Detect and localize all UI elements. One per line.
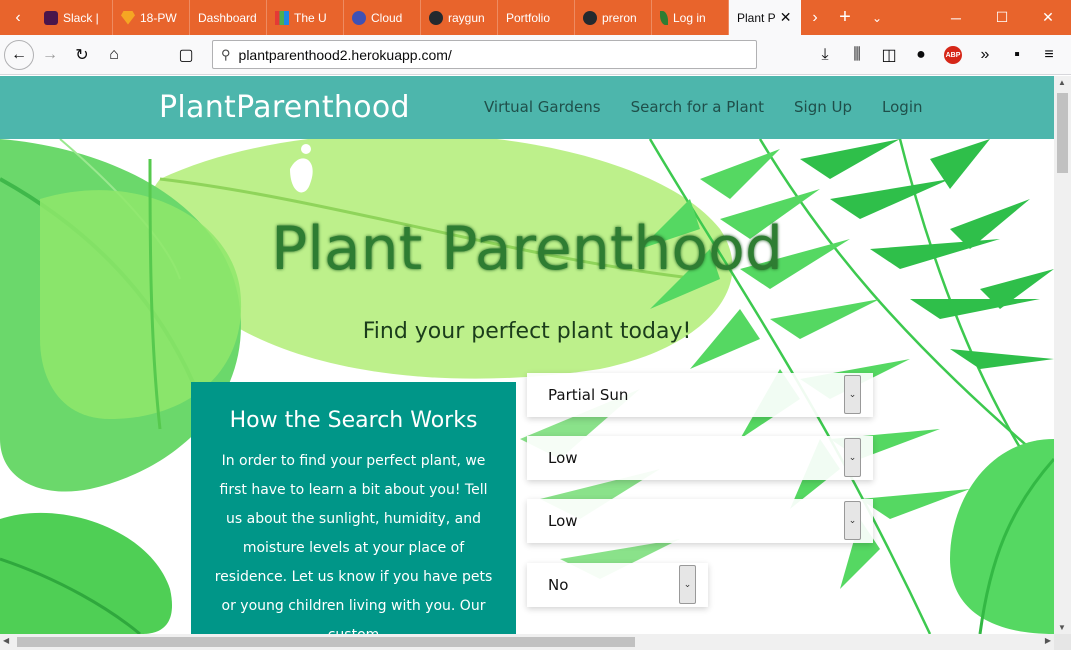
- nav-sign-up[interactable]: Sign Up: [794, 98, 852, 116]
- menu-icon[interactable]: ≡: [1033, 39, 1065, 71]
- tab-label: Log in: [673, 10, 706, 25]
- library-icon[interactable]: ⫼: [841, 39, 873, 71]
- page-viewport: PlantParenthood Virtual Gardens Search f…: [0, 76, 1054, 634]
- tab-preron[interactable]: preron: [575, 0, 652, 35]
- slack-icon: [44, 10, 58, 25]
- sunlight-select[interactable]: Partial Sun ⌄: [527, 373, 873, 417]
- nav-virtual-gardens[interactable]: Virtual Gardens: [484, 98, 601, 116]
- horizontal-scrollbar[interactable]: ◀ ▶: [0, 634, 1054, 650]
- tab-portfolio[interactable]: Portfolio: [498, 0, 575, 35]
- site-brand[interactable]: PlantParenthood: [159, 90, 410, 125]
- moisture-select[interactable]: Low ⌄: [527, 499, 873, 543]
- adblock-icon[interactable]: ABP: [937, 39, 969, 71]
- search-icon: ⚲: [221, 46, 231, 62]
- sidebar-icon[interactable]: ◫: [873, 39, 905, 71]
- site-navbar: PlantParenthood Virtual Gardens Search f…: [0, 76, 1054, 139]
- tab-label: 18-PW: [140, 10, 177, 25]
- tab-label: The U: [294, 10, 327, 25]
- close-tab-icon[interactable]: ✕: [780, 9, 792, 26]
- scroll-right-icon[interactable]: ▶: [1045, 636, 1051, 645]
- chevron-down-icon[interactable]: ⌄: [679, 565, 696, 604]
- url-bar[interactable]: ⚲ plantparenthood2.herokuapp.com/: [212, 40, 757, 69]
- tab-label: Slack |: [63, 10, 99, 25]
- pets-value: No: [548, 576, 569, 594]
- info-body: In order to find your perfect plant, we …: [214, 453, 493, 634]
- scroll-tabs-left-icon[interactable]: ‹: [0, 0, 36, 35]
- chevron-down-icon[interactable]: ⌄: [844, 375, 861, 414]
- maximize-icon[interactable]: ☐: [979, 0, 1025, 35]
- scroll-left-icon[interactable]: ◀: [3, 636, 9, 645]
- humidity-select[interactable]: Low ⌄: [527, 436, 873, 480]
- tab-label: preron: [602, 10, 637, 25]
- forward-icon[interactable]: →: [34, 39, 66, 71]
- tab-cloud[interactable]: Cloud: [344, 0, 421, 35]
- search-info-card: How the Search Works In order to find yo…: [191, 382, 516, 634]
- gem-icon: [121, 10, 135, 25]
- tab-label: Plant P: [737, 10, 776, 25]
- vertical-scroll-thumb[interactable]: [1057, 93, 1068, 173]
- tabs-tray-icon[interactable]: ▢: [170, 39, 202, 71]
- nav-search-plant[interactable]: Search for a Plant: [631, 98, 764, 116]
- reload-icon[interactable]: ↻: [66, 39, 98, 71]
- scrollbar-corner: [1054, 634, 1071, 650]
- tab-dashboard[interactable]: Dashboard: [190, 0, 267, 35]
- home-icon[interactable]: ⌂: [98, 39, 130, 71]
- tab-slack[interactable]: Slack |: [36, 0, 113, 35]
- nav-login[interactable]: Login: [882, 98, 922, 116]
- chevron-down-icon[interactable]: ⌄: [844, 501, 861, 540]
- chevron-down-icon[interactable]: ⌄: [844, 438, 861, 477]
- hero-subtitle: Find your perfect plant today!: [362, 319, 692, 344]
- tab-label: Cloud: [371, 10, 403, 25]
- tab-label: Portfolio: [506, 10, 551, 25]
- tab-log-in[interactable]: Log in: [652, 0, 729, 35]
- hero-title: Plant Parenthood: [271, 214, 783, 284]
- scroll-tabs-right-icon[interactable]: ›: [801, 0, 829, 35]
- tab-label: Dashboard: [198, 10, 257, 25]
- vertical-scrollbar[interactable]: ▲ ▼: [1054, 76, 1071, 634]
- pets-select[interactable]: No ⌄: [527, 563, 708, 607]
- toolbar-right: ⤓ ⫼ ◫ ● ABP » ▪ ≡: [809, 39, 1065, 71]
- new-tab-icon[interactable]: +: [829, 0, 861, 35]
- moisture-value: Low: [548, 512, 578, 530]
- overflow-icon[interactable]: »: [969, 39, 1001, 71]
- github-icon: [583, 10, 597, 25]
- download-icon[interactable]: ⤓: [809, 39, 841, 71]
- hero-section: Plant Parenthood Find your perfect plant…: [0, 139, 1054, 634]
- url-text: plantparenthood2.herokuapp.com/: [238, 46, 452, 63]
- tab-the-u[interactable]: The U: [267, 0, 344, 35]
- sunlight-value: Partial Sun: [548, 386, 629, 404]
- leaf-icon: [660, 10, 668, 25]
- nav-links: Virtual Gardens Search for a Plant Sign …: [484, 98, 923, 116]
- github-icon: [429, 10, 443, 25]
- list-tabs-icon[interactable]: ⌄: [861, 0, 893, 35]
- scroll-down-icon[interactable]: ▼: [1058, 623, 1066, 632]
- tab-plant-parenthood[interactable]: Plant P ✕: [729, 0, 801, 35]
- info-heading: How the Search Works: [229, 408, 478, 433]
- nav-toolbar: ← → ↻ ⌂ ▢ ⚲ plantparenthood2.herokuapp.c…: [0, 35, 1071, 75]
- horizontal-scroll-thumb[interactable]: [17, 637, 635, 647]
- close-window-icon[interactable]: ✕: [1025, 0, 1071, 35]
- tab-label: raygun: [448, 10, 485, 25]
- chart-icon: [275, 10, 289, 25]
- minimize-icon[interactable]: ─: [933, 0, 979, 35]
- tab-18-pw[interactable]: 18-PW: [113, 0, 190, 35]
- cloud-icon: [352, 10, 366, 25]
- scroll-up-icon[interactable]: ▲: [1058, 78, 1066, 87]
- back-icon[interactable]: ←: [4, 39, 34, 70]
- tab-strip: ‹ Slack | 18-PW Dashboard The U Cloud ra…: [0, 0, 1071, 35]
- tab-raygun[interactable]: raygun: [421, 0, 498, 35]
- window-controls: ─ ☐ ✕: [933, 0, 1071, 35]
- account-icon[interactable]: ●: [905, 39, 937, 71]
- humidity-value: Low: [548, 449, 578, 467]
- extensions-icon[interactable]: ▪: [1001, 39, 1033, 71]
